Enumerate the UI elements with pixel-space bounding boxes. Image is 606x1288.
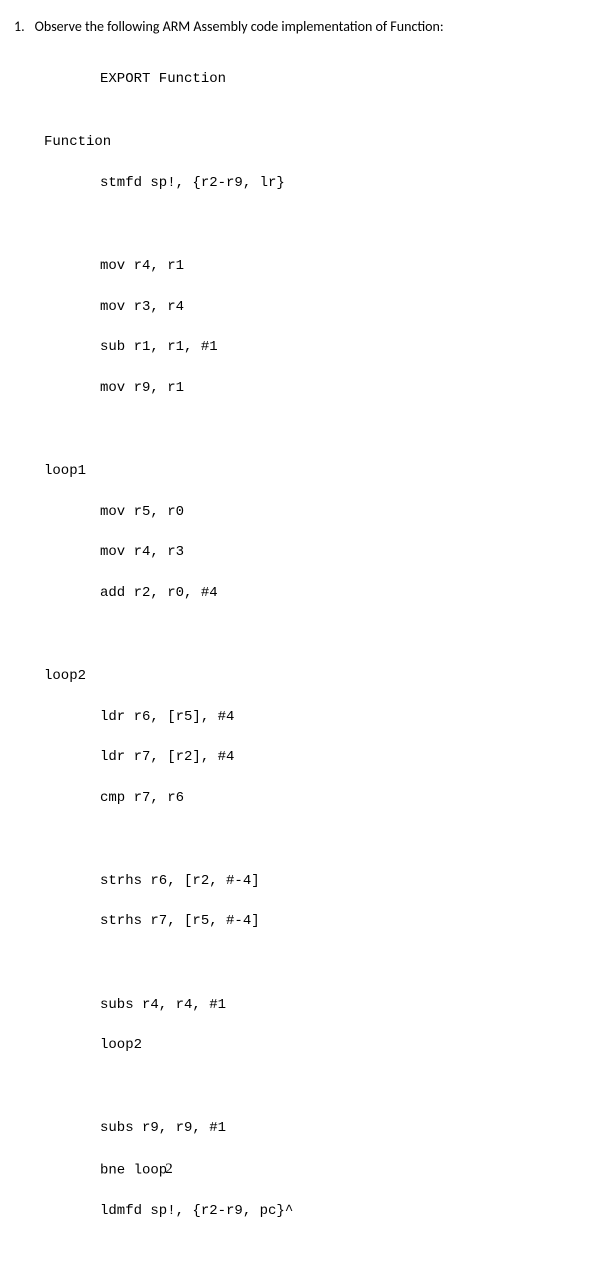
code-line: add r2, r0, #4 <box>100 583 598 603</box>
code-line: sub r1, r1, #1 <box>100 337 598 357</box>
code-line-bne: bne loop2 <box>100 1159 598 1181</box>
code-line: loop2 <box>100 1035 598 1055</box>
code-line: mov r4, r3 <box>100 542 598 562</box>
question-prompt: Observe the following ARM Assembly code … <box>35 18 444 35</box>
code-line-end: END <box>100 1284 598 1288</box>
code-line: subs r4, r4, #1 <box>100 995 598 1015</box>
code-label-loop1: loop1 <box>44 461 598 481</box>
code-label-function: Function <box>44 132 598 152</box>
code-line-export: EXPORT Function <box>100 69 598 89</box>
code-label-loop2: loop2 <box>44 666 598 686</box>
code-line: cmp r7, r6 <box>100 788 598 808</box>
code-text: bne loop <box>100 1163 167 1179</box>
handwritten-annotation: 2 <box>165 1161 173 1177</box>
code-line: mov r3, r4 <box>100 297 598 317</box>
code-line: strhs r6, [r2, #-4] <box>100 871 598 891</box>
question-number: 1. <box>14 18 25 35</box>
code-line: ldr r6, [r5], #4 <box>100 707 598 727</box>
code-line: ldmfd sp!, {r2-r9, pc}^ <box>100 1201 598 1221</box>
code-line: strhs r7, [r5, #-4] <box>100 911 598 931</box>
code-line: mov r9, r1 <box>100 378 598 398</box>
question-header: 1. Observe the following ARM Assembly co… <box>14 18 598 35</box>
code-line: ldr r7, [r2], #4 <box>100 747 598 767</box>
code-line: mov r4, r1 <box>100 256 598 276</box>
code-line: subs r9, r9, #1 <box>100 1118 598 1138</box>
code-line: stmfd sp!, {r2-r9, lr} <box>100 173 598 193</box>
code-line: mov r5, r0 <box>100 502 598 522</box>
code-block: EXPORT Function Function stmfd sp!, {r2-… <box>44 49 598 1288</box>
